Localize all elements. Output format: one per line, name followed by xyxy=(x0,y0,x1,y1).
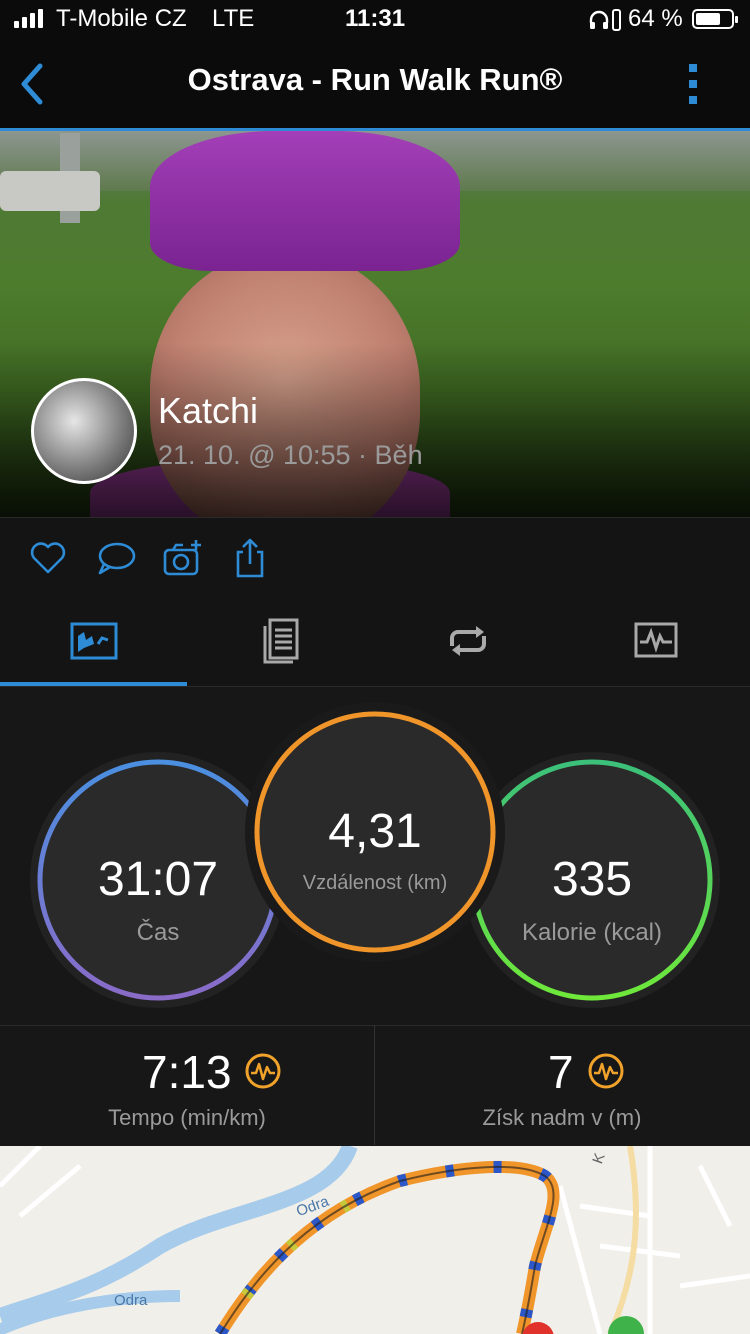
avatar[interactable] xyxy=(31,378,137,484)
laps-icon xyxy=(450,626,486,656)
distance-label: Vzdálenost (km) xyxy=(302,872,448,894)
tab-charts[interactable] xyxy=(561,598,748,686)
map-canvas xyxy=(0,1146,750,1334)
headphones-icon xyxy=(589,10,609,29)
signal-icon xyxy=(14,0,50,40)
details-list-icon xyxy=(263,618,299,664)
pace-value: 7:13 xyxy=(142,1046,232,1098)
clock: 11:31 xyxy=(345,5,406,32)
activity-meta: 21. 10. @ 10:55 · Běh xyxy=(158,440,423,470)
distance-stat[interactable]: 4,31 Vzdálenost (km) xyxy=(245,702,505,962)
distance-value: 4,31 xyxy=(328,805,422,858)
active-tab-indicator xyxy=(0,682,187,686)
route-map[interactable]: Odra Odra K xyxy=(0,1146,750,1334)
battery-icon xyxy=(692,9,738,29)
more-vertical-icon[interactable] xyxy=(686,62,700,106)
page-title: Ostrava - Run Walk Run® xyxy=(187,62,563,97)
battery-label: 64 % xyxy=(628,5,683,32)
carrier-label: T-Mobile CZ xyxy=(56,5,187,32)
tab-details[interactable] xyxy=(187,598,374,686)
network-label: LTE xyxy=(212,5,255,32)
share-icon[interactable] xyxy=(230,538,270,578)
tab-laps[interactable] xyxy=(374,598,561,686)
elevation-label: Získ nadm v (m) xyxy=(482,1105,642,1130)
river-label: Odra xyxy=(114,1292,148,1309)
pace-badge-icon[interactable] xyxy=(244,1052,282,1090)
overview-icon xyxy=(70,622,118,660)
elevation-badge-icon[interactable] xyxy=(587,1052,625,1090)
comment-icon[interactable] xyxy=(96,538,136,578)
rotation-lock-icon xyxy=(612,9,621,31)
chart-icon xyxy=(634,622,678,658)
add-photo-icon[interactable] xyxy=(163,538,203,578)
tab-overview[interactable] xyxy=(0,598,187,686)
user-name[interactable]: Katchi xyxy=(158,390,258,432)
heart-icon[interactable] xyxy=(28,538,68,578)
pace-label: Tempo (min/km) xyxy=(108,1105,266,1130)
elevation-value: 7 xyxy=(548,1046,574,1098)
